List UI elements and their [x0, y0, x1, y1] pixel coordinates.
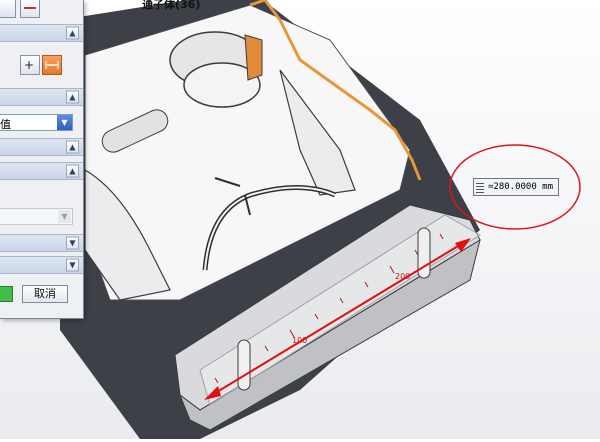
section-header-4[interactable]: ▲ — [0, 162, 83, 180]
measure-distance-icon — [45, 61, 59, 69]
rail-slot-2 — [417, 227, 431, 279]
dimension-dialog: ▲ + ▲ 值 ▼ ▲ ▲ ▼ ▼ ▼ 取消 — [0, 0, 84, 319]
drag-handle-icon[interactable] — [476, 181, 484, 193]
measurement-readout[interactable]: =280.0000 mm — [473, 178, 559, 196]
dimension-icon — [24, 7, 36, 9]
ok-button[interactable] — [0, 286, 13, 302]
graphics-viewport[interactable]: 100 200 通子体(36) — [0, 0, 600, 439]
boss-side — [244, 34, 263, 81]
add-point-icon: + — [24, 58, 34, 72]
window-title-fragment: 通子体(36) — [142, 0, 201, 11]
cancel-button[interactable]: 取消 — [22, 285, 68, 303]
dropdown-arrow-icon: ▼ — [58, 210, 71, 223]
expand-chevron-icon[interactable]: ▼ — [66, 236, 79, 250]
section-header-1[interactable]: ▲ — [0, 24, 83, 42]
point-tool-button[interactable] — [0, 0, 16, 18]
measurement-value: =280.0000 mm — [488, 182, 554, 192]
dropdown-value: 值 — [0, 118, 11, 131]
collapse-chevron-icon[interactable]: ▲ — [66, 26, 79, 40]
expand-chevron-icon[interactable]: ▼ — [66, 258, 79, 272]
collapse-chevron-icon[interactable]: ▲ — [66, 164, 79, 178]
disabled-dropdown: ▼ — [0, 208, 73, 225]
collapse-chevron-icon[interactable]: ▲ — [66, 140, 79, 154]
dropdown-arrow-icon[interactable]: ▼ — [57, 115, 72, 130]
cad-model-view: 100 200 — [60, 0, 581, 439]
svg-text:+: + — [24, 58, 34, 72]
section-header-5[interactable]: ▼ — [0, 234, 83, 252]
collapse-chevron-icon[interactable]: ▲ — [66, 90, 79, 104]
section-header-2[interactable]: ▲ — [0, 88, 83, 106]
measure-type-dropdown[interactable]: 值 ▼ — [0, 114, 73, 131]
rail-slot-1 — [237, 339, 251, 391]
dialog-tool-row: + — [0, 52, 83, 80]
dialog-top-toolbar — [0, 0, 83, 20]
section-header-3[interactable]: ▲ — [0, 138, 83, 156]
ruler-label-100: 100 — [292, 336, 307, 345]
add-point-button[interactable]: + — [20, 55, 40, 75]
section-header-6[interactable]: ▼ — [0, 256, 83, 274]
measure-distance-button[interactable] — [42, 55, 62, 75]
dimension-tool-button[interactable] — [20, 0, 40, 18]
